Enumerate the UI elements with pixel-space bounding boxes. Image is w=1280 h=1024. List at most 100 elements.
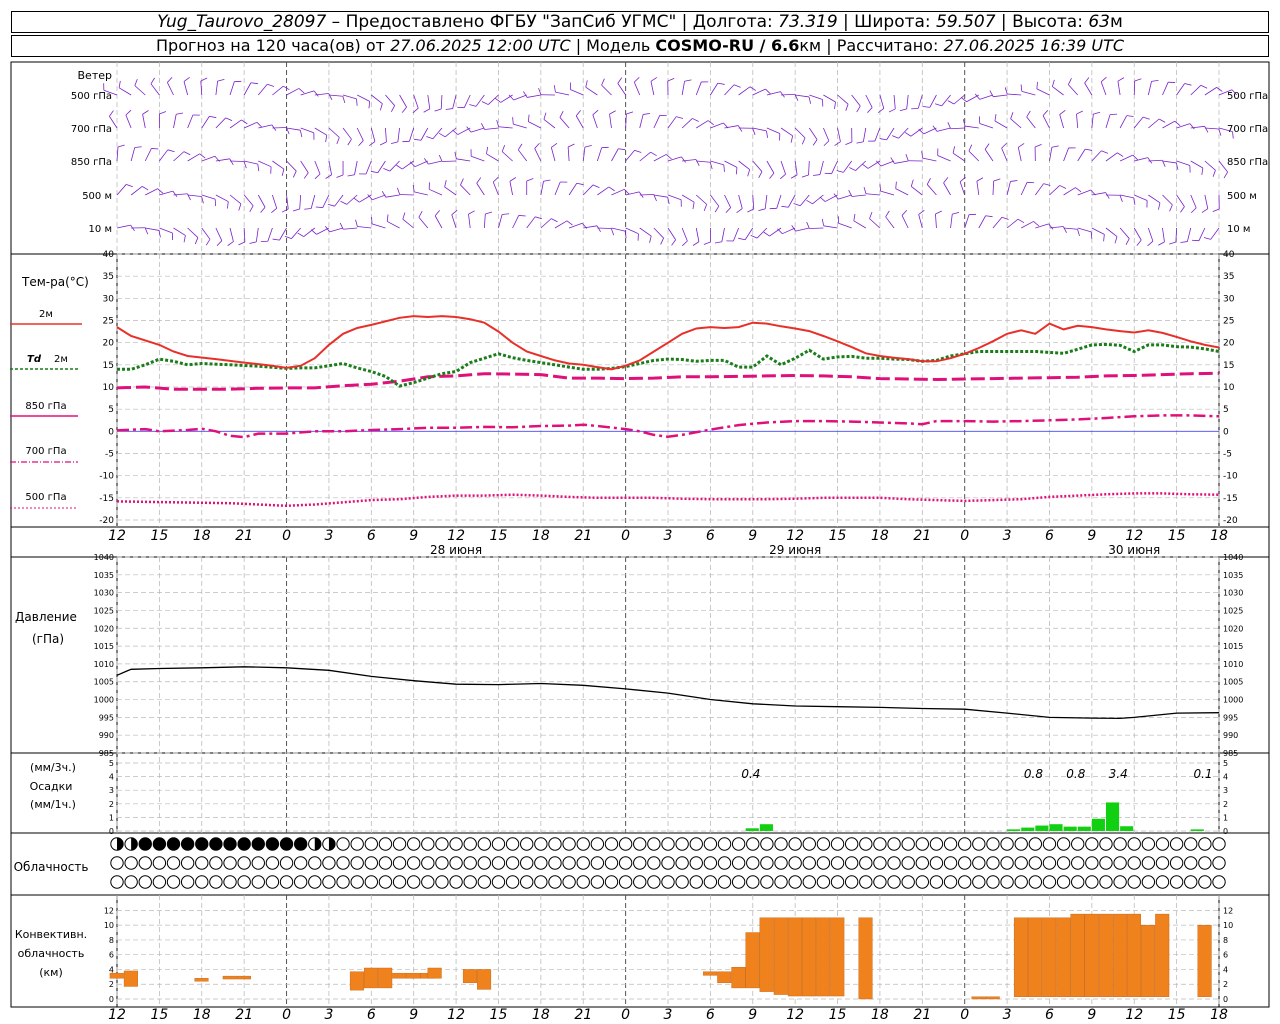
precip-bar [1021, 827, 1035, 831]
cloud-cover-circle [251, 856, 265, 870]
wind-barb-flag [325, 135, 328, 143]
wind-barb-flag [765, 88, 771, 95]
cloud-cover-circle [1212, 856, 1226, 870]
wind-barb [1133, 227, 1142, 241]
temp-tick-left: 20 [103, 339, 115, 349]
wind-barb [357, 226, 372, 229]
conv-bar [759, 917, 774, 992]
wind-barb-flag [313, 90, 319, 97]
wind-barb-flag [823, 140, 830, 147]
wind-barb-flag [559, 111, 564, 118]
wind-barb [575, 115, 584, 129]
wind-barb [880, 160, 895, 167]
cloud-cover-circle [986, 837, 1000, 851]
conv-bar [703, 971, 718, 976]
wind-barb [244, 160, 258, 165]
precip-tick-right: 3 [1223, 786, 1228, 795]
wind-barb [950, 127, 965, 130]
wind-barb-flag [806, 199, 813, 205]
cloud-cover-circle [477, 875, 492, 889]
wind-barb [1148, 194, 1161, 204]
cloud-cover-circle [449, 837, 463, 851]
cloud-cover-circle [1155, 856, 1170, 870]
wind-barb [1176, 83, 1185, 96]
cloud-cover-circle [689, 875, 703, 889]
x-tick-temp: 9 [748, 528, 757, 544]
cloud-cover-circle [1127, 875, 1141, 889]
wind-barb [721, 227, 725, 242]
wind-barb-flag [1133, 197, 1136, 205]
conv-tick-left: 12 [104, 906, 114, 915]
cloud-cover-circle [1085, 875, 1099, 889]
wind-barb-flag [1063, 226, 1067, 233]
cloud-cover-circle [392, 875, 407, 889]
x-tick-temp: 15 [829, 528, 847, 544]
wind-barb-flag [575, 110, 581, 117]
conv-title-1: Конвективн. [15, 928, 87, 941]
wind-barb [567, 147, 570, 162]
wind-barb [550, 147, 556, 162]
conv-bar [985, 996, 1000, 1000]
wind-barb [555, 91, 570, 96]
wind-barb [918, 214, 923, 229]
wind-barb [744, 227, 754, 240]
conv-tick-right: 6 [1223, 951, 1228, 960]
wind-barb [1077, 148, 1086, 162]
conv-tick-left: 4 [109, 965, 114, 974]
wind-barb-flag [284, 235, 292, 239]
cloud-cover-circle [209, 875, 223, 889]
wind-barb [300, 127, 314, 134]
wind-barb [517, 149, 528, 162]
x-tick-temp: 9 [409, 528, 418, 544]
x-tick-temp: 21 [235, 528, 253, 544]
wind-barb-flag [1093, 111, 1101, 115]
wind-barb [201, 227, 211, 240]
conv-bar [773, 917, 788, 995]
precip-bar [1120, 826, 1134, 831]
cloud-cover-circle [1042, 856, 1057, 870]
wind-barb [695, 227, 700, 242]
wind-barb-flag [703, 241, 711, 245]
wind-barb [837, 127, 841, 142]
wind-barb-flag [551, 143, 558, 148]
precip-bar [1190, 829, 1204, 831]
temp-tick-left: 30 [103, 294, 115, 304]
wind-barb-flag [869, 211, 873, 219]
wind-barb-flag [695, 159, 700, 166]
wind-barb [911, 186, 923, 196]
wind-barb [286, 127, 301, 131]
wind-barb-flag [976, 177, 984, 182]
cloud-cover-circle [180, 875, 195, 889]
wind-barb [444, 127, 457, 138]
wind-barb-flag [249, 205, 254, 213]
wind-barb [695, 81, 702, 96]
x-tick-temp: 0 [282, 528, 291, 544]
wind-barb-flag [1036, 81, 1038, 89]
wind-barb-flag [225, 117, 233, 122]
temp-tick-right: 10 [1223, 383, 1235, 393]
x-tick-temp: 12 [108, 528, 126, 544]
wind-barb-flag [592, 184, 600, 189]
wind-barb [1133, 116, 1144, 129]
wind-barb-flag [292, 170, 297, 178]
wind-barb [125, 114, 132, 129]
precip-tick-right: 1 [1223, 813, 1228, 822]
pres-tick-left: 1005 [94, 678, 114, 687]
x-tick-temp: 9 [1087, 528, 1096, 544]
wind-barb [738, 160, 750, 170]
x-tick-temp: 0 [960, 528, 969, 544]
x-tick-conv: 0 [621, 1007, 630, 1023]
wind-barb-flag [650, 151, 657, 157]
conv-bar [1084, 913, 1099, 997]
wind-barb [808, 127, 818, 140]
wind-barb [540, 218, 552, 229]
wind-barb-flag [1077, 229, 1080, 237]
x-tick-conv: 18 [532, 1007, 550, 1023]
cloud-cover-circle [477, 856, 492, 870]
cloud-cover-circle [604, 837, 619, 851]
wind-barb [463, 94, 471, 108]
wind-barb [893, 94, 896, 109]
cloud-cover-circle [1141, 837, 1156, 851]
cloud-cover-circle [435, 837, 449, 851]
conv-bar [392, 972, 407, 979]
